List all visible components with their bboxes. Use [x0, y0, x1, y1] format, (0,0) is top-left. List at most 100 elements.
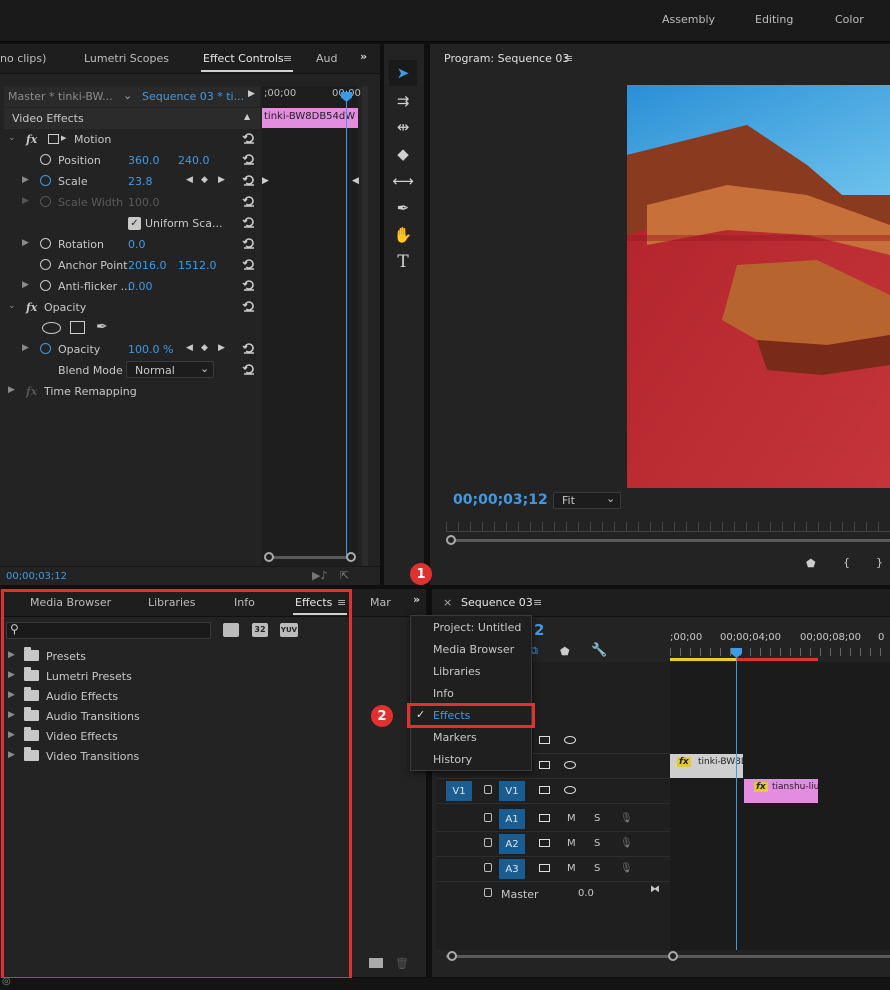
workspace-editing[interactable]: Editing: [755, 13, 793, 26]
track-v1[interactable]: V1 V1: [436, 779, 670, 804]
overflow-chevron-icon[interactable]: »: [413, 593, 420, 606]
panel-menu-icon[interactable]: ≡: [564, 52, 573, 65]
timeline-playhead[interactable]: [736, 652, 737, 950]
reset-icon[interactable]: [242, 215, 256, 229]
uniform-scale-row[interactable]: ✓ Uniform Sca...: [4, 213, 260, 234]
add-keyframe-icon[interactable]: ◆: [201, 343, 208, 353]
lock-icon[interactable]: [484, 785, 492, 794]
eye-icon[interactable]: [564, 761, 576, 769]
reset-icon[interactable]: [242, 152, 256, 166]
position-y-value[interactable]: 240.0: [178, 154, 210, 167]
workspace-color[interactable]: Color: [835, 13, 864, 26]
mute-button[interactable]: M: [567, 813, 576, 824]
scale-row[interactable]: ▶ Scale 23.8 ◀ ◆ ▶: [4, 171, 260, 192]
work-area-yellow[interactable]: [670, 658, 736, 661]
tab-source[interactable]: no clips): [0, 52, 46, 65]
anti-flicker-value[interactable]: 0.00: [128, 280, 153, 293]
time-remapping-row[interactable]: ▶ fx Time Remapping: [4, 381, 260, 402]
fx-icon[interactable]: fx: [26, 133, 37, 146]
reset-icon[interactable]: [242, 341, 256, 355]
track-a3[interactable]: A3 M S 🎙: [436, 857, 670, 882]
tab-sequence[interactable]: Sequence 03: [461, 596, 533, 609]
expand-right-icon[interactable]: ▶: [22, 175, 29, 185]
lock-icon[interactable]: [484, 838, 492, 847]
opacity-effect-row[interactable]: ⌄ fx Opacity: [4, 297, 260, 318]
eye-icon[interactable]: [564, 736, 576, 744]
rectangle-mask-icon[interactable]: [70, 321, 85, 334]
reset-icon[interactable]: [242, 131, 256, 145]
status-icon[interactable]: ◎: [2, 976, 11, 987]
opacity-row[interactable]: ▶ Opacity 100.0 % ◀ ◆ ▶: [4, 339, 260, 360]
anchor-y-value[interactable]: 1512.0: [178, 259, 217, 272]
reset-icon[interactable]: [242, 257, 256, 271]
motion-row[interactable]: ⌄ fx ▶ Motion: [4, 129, 260, 150]
stopwatch-active-icon[interactable]: [40, 343, 51, 354]
reset-icon[interactable]: [242, 362, 256, 376]
tab-markers[interactable]: Mar: [370, 596, 391, 609]
ec-scroll-track[interactable]: [266, 556, 354, 559]
mark-in-icon[interactable]: {: [843, 556, 850, 569]
sync-lock-icon[interactable]: [539, 736, 550, 744]
expand-down-icon[interactable]: ⌄: [8, 301, 16, 311]
program-zoom-handle[interactable]: [446, 535, 456, 545]
selection-tool[interactable]: ➤: [389, 60, 417, 86]
mark-out-icon[interactable]: }: [876, 556, 883, 569]
program-zoom-bar[interactable]: [450, 539, 890, 542]
wrench-icon[interactable]: 🔧: [591, 643, 607, 658]
sequence-clip-label[interactable]: Sequence 03 * ti...: [142, 90, 244, 103]
next-keyframe-icon[interactable]: ▶: [218, 343, 225, 353]
track-a2[interactable]: A2 M S 🎙: [436, 832, 670, 857]
blend-mode-value[interactable]: Normal: [135, 364, 175, 377]
add-keyframe-icon[interactable]: ◆: [201, 175, 208, 185]
master-volume[interactable]: 0.0: [578, 888, 594, 899]
microphone-icon[interactable]: 🎙: [620, 838, 633, 849]
timeline-scroll-handle-right[interactable]: [668, 951, 678, 961]
chevron-down-icon[interactable]: ⌄: [200, 362, 209, 375]
position-x-value[interactable]: 360.0: [128, 154, 160, 167]
ec-clip-bar[interactable]: tinki-BW8DB54dW: [262, 108, 358, 128]
menu-item-markers[interactable]: Markers: [411, 727, 533, 749]
menu-item-libraries[interactable]: Libraries: [411, 661, 533, 683]
menu-item-history[interactable]: History: [411, 749, 533, 771]
anchor-point-row[interactable]: Anchor Point 2016.0 1512.0: [4, 255, 260, 276]
go-to-in-out-icon[interactable]: ⧓: [650, 884, 660, 895]
expand-right-icon[interactable]: ▶: [22, 238, 29, 248]
track-master[interactable]: Master 0.0 ⧓: [436, 882, 670, 907]
ec-playhead[interactable]: [346, 94, 347, 556]
mute-button[interactable]: M: [567, 838, 576, 849]
keyframe-prev-icon[interactable]: ▶: [262, 176, 269, 186]
anti-flicker-row[interactable]: ▶ Anti-flicker ... 0.00: [4, 276, 260, 297]
source-patch-v1[interactable]: V1: [446, 781, 472, 801]
program-frame[interactable]: [627, 85, 890, 488]
type-tool[interactable]: T: [389, 249, 417, 275]
track-a1[interactable]: A1 M S 🎙: [436, 807, 670, 832]
panel-menu-icon[interactable]: ≡: [533, 596, 542, 609]
chevron-down-icon[interactable]: ⌄: [123, 89, 132, 102]
track-target-a1[interactable]: A1: [499, 809, 525, 829]
reset-icon[interactable]: [242, 299, 256, 313]
keyframe-next-icon[interactable]: ◀: [352, 176, 359, 186]
uniform-scale-checkbox[interactable]: ✓: [128, 217, 141, 230]
reset-icon[interactable]: [242, 278, 256, 292]
reset-icon[interactable]: [242, 236, 256, 250]
close-icon[interactable]: ×: [443, 596, 452, 609]
hand-tool[interactable]: ✋: [389, 222, 417, 248]
menu-item-project[interactable]: Project: Untitled: [411, 617, 533, 639]
expand-right-icon[interactable]: ▶: [22, 343, 29, 353]
track-target-a3[interactable]: A3: [499, 859, 525, 879]
timeline-clip-v2[interactable]: fx tinki-BW8D: [670, 754, 743, 778]
overflow-chevron-icon[interactable]: »: [360, 50, 367, 63]
panel-menu-icon[interactable]: ≡: [283, 52, 292, 65]
fit-select[interactable]: Fit ⌄: [553, 492, 621, 509]
timeline-clip-v1[interactable]: fx tianshu-liu-: [744, 779, 818, 803]
sync-lock-icon[interactable]: [539, 814, 550, 822]
tab-effect-controls[interactable]: Effect Controls: [203, 52, 284, 65]
sync-lock-icon[interactable]: [539, 786, 550, 794]
lock-icon[interactable]: [484, 863, 492, 872]
tab-lumetri-scopes[interactable]: Lumetri Scopes: [84, 52, 169, 65]
trash-icon[interactable]: 🗑: [395, 957, 409, 970]
solo-button[interactable]: S: [594, 863, 600, 874]
stopwatch-icon[interactable]: [40, 259, 51, 270]
stopwatch-icon[interactable]: [40, 154, 51, 165]
sync-lock-icon[interactable]: [539, 864, 550, 872]
